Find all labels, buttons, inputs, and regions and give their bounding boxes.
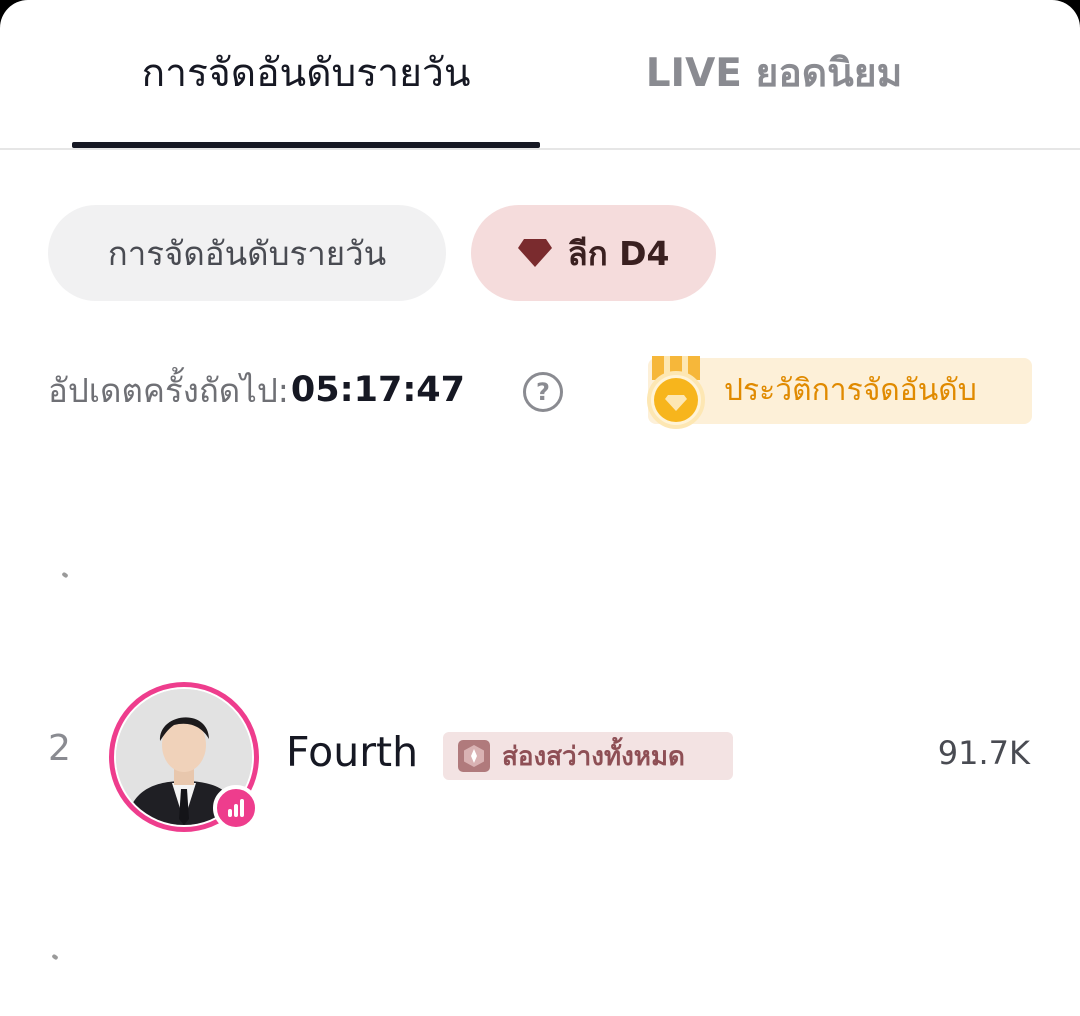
tab-daily-ranking[interactable]: การจัดอันดับรายวัน: [72, 44, 540, 104]
active-tab-indicator: [72, 142, 540, 148]
placeholder-mark: [61, 571, 69, 579]
status-badge-label: ส่องสว่างทั้งหมด: [502, 741, 685, 772]
league-chip-label: ลีก D4: [567, 233, 670, 273]
question-circle-icon[interactable]: ?: [523, 372, 563, 412]
next-update-label: อัปเดตครั้งถัดไป:: [48, 370, 289, 410]
placeholder-mark: [51, 953, 59, 961]
status-badge: ส่องสว่างทั้งหมด: [443, 732, 733, 780]
league-chip[interactable]: ลีก D4: [471, 205, 716, 301]
rank-number: 2: [48, 728, 71, 769]
username: Fourth: [286, 728, 419, 776]
tab-popular-live[interactable]: LIVE ยอดนิยม: [560, 44, 988, 104]
hexagon-sparkle-icon: [458, 740, 490, 772]
daily-ranking-chip[interactable]: การจัดอันดับรายวัน: [48, 205, 446, 301]
diamond-icon: [518, 239, 553, 267]
daily-ranking-chip-label: การจัดอันดับรายวัน: [107, 233, 387, 273]
gold-medal-icon: [647, 356, 705, 429]
live-indicator: [213, 785, 259, 831]
ranking-history-label: ประวัติการจัดอันดับ: [724, 373, 977, 408]
signal-bars-icon: [228, 799, 244, 817]
score: 91.7K: [937, 734, 1030, 772]
ranking-history-button[interactable]: ประวัติการจัดอันดับ: [647, 356, 1032, 429]
tab-bar: การจัดอันดับรายวัน LIVE ยอดนิยม: [0, 0, 1080, 150]
next-update-time: 05:17:47: [290, 370, 466, 410]
ranking-sheet: การจัดอันดับรายวัน LIVE ยอดนิยม การจัดอั…: [0, 0, 1080, 1016]
next-update-countdown: อัปเดตครั้งถัดไป: 05:17:47: [48, 362, 465, 418]
ranking-row[interactable]: 2 Fourth ส่องสว่างทั้งหมด 91.7K: [0, 680, 1080, 832]
